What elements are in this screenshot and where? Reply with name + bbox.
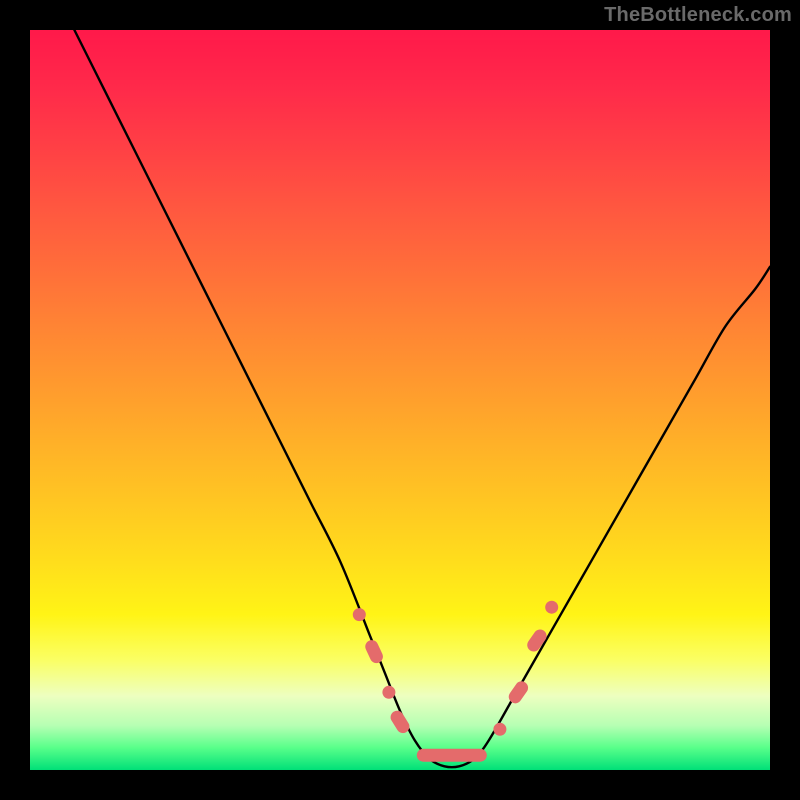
curve-marker-pill <box>388 708 412 735</box>
chart-frame: TheBottleneck.com <box>0 0 800 800</box>
curve-marker-pill <box>417 749 487 762</box>
bottleneck-curve <box>30 30 770 770</box>
curve-marker-dot <box>493 723 506 736</box>
curve-marker-dot <box>353 608 366 621</box>
curve-marker-dot <box>382 686 395 699</box>
curve-marker-pill <box>363 638 385 665</box>
plot-area <box>30 30 770 770</box>
watermark: TheBottleneck.com <box>604 4 792 27</box>
curve-marker-dot <box>545 601 558 614</box>
